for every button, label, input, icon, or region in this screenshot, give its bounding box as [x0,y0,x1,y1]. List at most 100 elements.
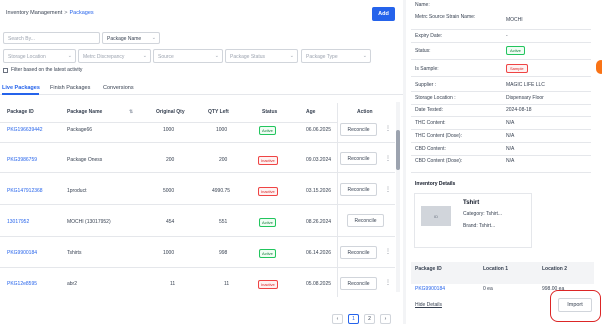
package-tabs: Live Packages Finish Packages Conversion… [0,82,403,95]
package-name: Package66 [67,127,93,133]
original-qty: 1000 [163,250,175,256]
reconcile-button[interactable]: Reconcile [340,246,377,259]
column-header-qty-left[interactable]: QTY Left [208,109,229,115]
storage-location-filter[interactable]: Storage Location ⌄ [3,49,76,63]
hide-details-link[interactable]: Hide Details [415,302,442,308]
tab-conversions[interactable]: Conversions [103,85,134,91]
is-sample-label: Is Sample: [415,66,439,72]
date-tested-value: 2024-08-18 [506,107,532,113]
column-header-package-name[interactable]: Package Name [67,109,102,115]
package-id-link[interactable]: PKG9900184 [7,250,37,256]
age: 08.26.2024 [306,219,332,225]
package-type-filter[interactable]: Package Type ⌄ [301,49,371,63]
package-id-link[interactable]: PKG12e8595 [7,281,37,287]
pagination-prev-button[interactable]: ‹ [332,314,343,324]
search-input[interactable]: Search By... [3,32,100,44]
source-label: Source [158,54,174,60]
original-qty: 1000 [163,127,175,133]
qty-left: 200 [219,157,228,163]
reconcile-button[interactable]: Reconcile [340,277,377,290]
row-divider [0,236,395,237]
metrc-discrepancy-label: Metrc Discrepancy [83,54,125,60]
breadcrumb-current[interactable]: Packages [69,10,93,16]
qty-left: 1000 [216,127,228,133]
pagination-page-2[interactable]: 2 [364,314,375,324]
chat-widget-icon[interactable] [596,60,602,74]
more-icon[interactable]: ⋮ [385,279,391,286]
tab-finish-packages[interactable]: Finish Packages [50,85,90,91]
divider [411,172,591,173]
location-package-id-link[interactable]: PKG9900184 [415,286,445,292]
column-header-status[interactable]: Status [262,109,277,115]
package-id-link[interactable]: PKG3986759 [7,157,37,163]
latest-activity-label: Filter based on the latest activity [11,67,83,73]
table-scrollbar-thumb[interactable] [396,130,400,170]
qty-left: 4990.75 [212,188,231,194]
reconcile-button[interactable]: Reconcile [347,214,384,227]
thc-dose-label: THC Content (Dose): [415,133,462,139]
divider [411,155,591,156]
reconcile-button[interactable]: Reconcile [340,183,377,196]
row-divider [0,267,395,268]
package-name: Tshirts [67,250,82,256]
more-icon[interactable]: ⋮ [385,248,391,255]
divider [411,116,591,117]
divider [411,91,591,92]
status-badge: Inactive [258,156,278,165]
source-filter[interactable]: Source ⌄ [153,49,223,63]
date-tested-label: Date Tested: [415,107,443,113]
package-id-link[interactable]: PKG147912368 [7,188,43,194]
package-name: MOCHI (13017952) [67,219,111,225]
reconcile-button[interactable]: Reconcile [340,152,377,165]
package-name: Package Oness [67,157,103,163]
tab-live-packages[interactable]: Live Packages [2,85,40,91]
sort-icon[interactable]: ⇅ [129,109,133,115]
reconcile-button[interactable]: Reconcile [340,123,377,136]
latest-activity-filter[interactable]: Filter based on the latest activity [3,67,82,73]
pagination-next-button[interactable]: › [380,314,391,324]
more-icon[interactable]: ⋮ [385,125,391,132]
metrc-discrepancy-filter[interactable]: Metrc Discrepancy ⌄ [78,49,151,63]
chevron-down-icon: ⌄ [289,53,294,59]
cbd-content-value: N/A [506,146,515,152]
more-icon[interactable]: ⋮ [385,186,391,193]
package-name: 1product [67,188,87,194]
storage-location-label: Storage Location [8,54,46,60]
inventory-name: Tshirt [463,200,480,206]
status-badge: Inactive [258,280,278,289]
more-icon[interactable]: ⋮ [385,155,391,162]
active-tab-indicator [2,93,39,95]
location-header-2: Location 2 [542,266,568,272]
status-badge: Active [506,46,525,55]
age: 06.14.2026 [306,250,332,256]
thc-content-label: THC Content: [415,120,446,126]
product-image-placeholder: ID [421,206,451,226]
latest-activity-checkbox[interactable] [3,67,8,73]
breadcrumb-root[interactable]: Inventory Management [6,10,62,16]
original-qty: 11 [170,281,176,287]
row-divider [0,204,395,205]
pagination-page-1[interactable]: 1 [348,314,359,324]
age: 09.03.2024 [306,157,332,163]
search-by-select[interactable]: Package Name ⌄ [102,32,160,44]
status-badge: Active [259,126,276,135]
divider [411,29,591,30]
column-header-package-id[interactable]: Package ID [7,109,34,115]
storage-location-value: Dispensary Floor [506,95,544,101]
column-header-original-qty[interactable]: Original Qty [156,109,185,115]
cbd-dose-value: N/A [506,158,515,164]
package-status-filter[interactable]: Package Status ⌄ [225,49,298,63]
divider [411,59,591,60]
package-id-link[interactable]: 13017952 [7,219,29,225]
expiry-date-label: Expiry Date: [415,33,443,39]
supplier-value: MAGIC LIFE LLC [506,82,545,88]
package-id-link[interactable]: PKG196639442 [7,127,43,133]
add-button[interactable]: Add [372,7,395,21]
location-header-package-id: Package ID [415,266,442,272]
chevron-down-icon: ⌄ [214,53,219,59]
sample-badge: Sample [506,64,528,73]
location-header-1: Location 1 [483,266,509,272]
column-header-age[interactable]: Age [306,109,315,115]
qty-left: 998 [219,250,228,256]
package-type-label: Package Type [306,54,338,60]
